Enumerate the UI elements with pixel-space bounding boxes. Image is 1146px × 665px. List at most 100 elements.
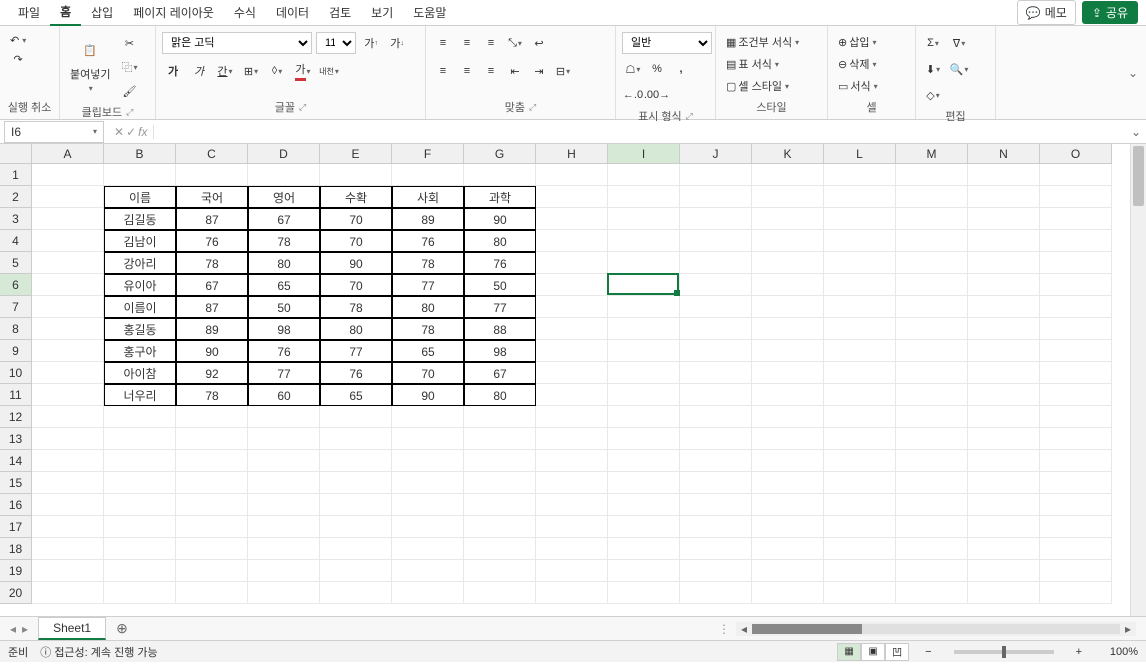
cell[interactable]: 70 (392, 362, 464, 384)
cell[interactable] (176, 538, 248, 560)
align-bottom-button[interactable]: ≡ (480, 32, 502, 54)
cell[interactable] (320, 494, 392, 516)
row-header-1[interactable]: 1 (0, 164, 32, 186)
cell[interactable] (1040, 472, 1112, 494)
view-page-break-button[interactable]: 凹 (885, 643, 909, 661)
cell[interactable] (752, 538, 824, 560)
cell[interactable] (464, 538, 536, 560)
cell[interactable] (896, 406, 968, 428)
cell[interactable] (32, 428, 104, 450)
cell[interactable] (536, 494, 608, 516)
cell[interactable] (104, 494, 176, 516)
cell[interactable]: 78 (320, 296, 392, 318)
tab-review[interactable]: 검토 (319, 0, 361, 25)
cell[interactable] (320, 582, 392, 604)
cell[interactable] (824, 538, 896, 560)
cell[interactable]: 90 (320, 252, 392, 274)
col-header-G[interactable]: G (464, 144, 536, 164)
cell[interactable]: 과학 (464, 186, 536, 208)
cell[interactable] (176, 494, 248, 516)
font-size-select[interactable]: 11 (316, 32, 356, 54)
cell[interactable]: 홍길동 (104, 318, 176, 340)
cell[interactable] (248, 560, 320, 582)
cell[interactable] (680, 428, 752, 450)
cell[interactable] (464, 494, 536, 516)
cell[interactable] (320, 560, 392, 582)
cell[interactable] (1040, 428, 1112, 450)
table-format-button[interactable]: ▤표 서식▾ (722, 54, 783, 74)
cell[interactable] (1040, 274, 1112, 296)
cell[interactable]: 김남이 (104, 230, 176, 252)
redo-button[interactable]: ↷ (10, 51, 27, 68)
tab-formulas[interactable]: 수식 (224, 0, 266, 25)
cell[interactable] (896, 428, 968, 450)
cell[interactable] (1040, 252, 1112, 274)
col-header-K[interactable]: K (752, 144, 824, 164)
cell[interactable] (1040, 516, 1112, 538)
cell[interactable]: 80 (464, 384, 536, 406)
cell[interactable] (680, 538, 752, 560)
accounting-button[interactable]: ☖▾ (622, 58, 644, 80)
col-header-H[interactable]: H (536, 144, 608, 164)
tab-page-layout[interactable]: 페이지 레이아웃 (123, 0, 224, 25)
cell[interactable] (824, 164, 896, 186)
phonetic-button[interactable]: 내천▾ (318, 60, 340, 82)
cell[interactable] (608, 384, 680, 406)
cell[interactable] (32, 494, 104, 516)
delete-cells-button[interactable]: ⊖삭제▾ (834, 54, 880, 74)
memo-button[interactable]: 💬 메모 (1017, 0, 1076, 25)
cell[interactable] (824, 186, 896, 208)
cell[interactable] (824, 560, 896, 582)
cell[interactable] (176, 406, 248, 428)
cell[interactable] (608, 494, 680, 516)
cell[interactable] (680, 296, 752, 318)
italic-button[interactable]: 가 (188, 60, 210, 82)
cell[interactable] (536, 340, 608, 362)
row-header-12[interactable]: 12 (0, 406, 32, 428)
tab-home[interactable]: 홈 (50, 0, 81, 26)
cell[interactable] (104, 538, 176, 560)
cell[interactable]: 80 (248, 252, 320, 274)
cell[interactable] (896, 296, 968, 318)
cell[interactable] (32, 538, 104, 560)
cut-button[interactable]: ✂ (118, 32, 140, 54)
cell[interactable] (1040, 296, 1112, 318)
cell[interactable] (752, 384, 824, 406)
cell[interactable] (752, 230, 824, 252)
row-header-16[interactable]: 16 (0, 494, 32, 516)
cell[interactable]: 65 (392, 340, 464, 362)
cell[interactable] (824, 428, 896, 450)
cell[interactable]: 78 (176, 384, 248, 406)
increase-decimal-button[interactable]: ←.0 (622, 84, 644, 106)
cell[interactable] (608, 428, 680, 450)
cell[interactable] (968, 582, 1040, 604)
row-header-4[interactable]: 4 (0, 230, 32, 252)
cell[interactable] (1040, 340, 1112, 362)
view-normal-button[interactable]: ▦ (837, 643, 861, 661)
cell[interactable] (680, 406, 752, 428)
cell[interactable] (680, 472, 752, 494)
row-header-2[interactable]: 2 (0, 186, 32, 208)
cell[interactable] (896, 582, 968, 604)
cell[interactable] (968, 516, 1040, 538)
cell[interactable] (464, 164, 536, 186)
cell[interactable]: 60 (248, 384, 320, 406)
cell[interactable] (896, 494, 968, 516)
cell[interactable] (968, 318, 1040, 340)
cell[interactable] (824, 296, 896, 318)
cell[interactable] (32, 208, 104, 230)
cell[interactable] (464, 406, 536, 428)
row-header-9[interactable]: 9 (0, 340, 32, 362)
cell[interactable] (320, 472, 392, 494)
cell[interactable] (608, 538, 680, 560)
cell[interactable] (248, 582, 320, 604)
cell[interactable] (392, 538, 464, 560)
cell[interactable] (608, 340, 680, 362)
cell[interactable] (248, 450, 320, 472)
cell[interactable] (824, 318, 896, 340)
cell[interactable] (824, 384, 896, 406)
decrease-indent-button[interactable]: ⇤ (504, 60, 526, 82)
cell[interactable] (32, 318, 104, 340)
cell[interactable] (248, 472, 320, 494)
conditional-format-button[interactable]: ▦조건부 서식▾ (722, 32, 803, 52)
